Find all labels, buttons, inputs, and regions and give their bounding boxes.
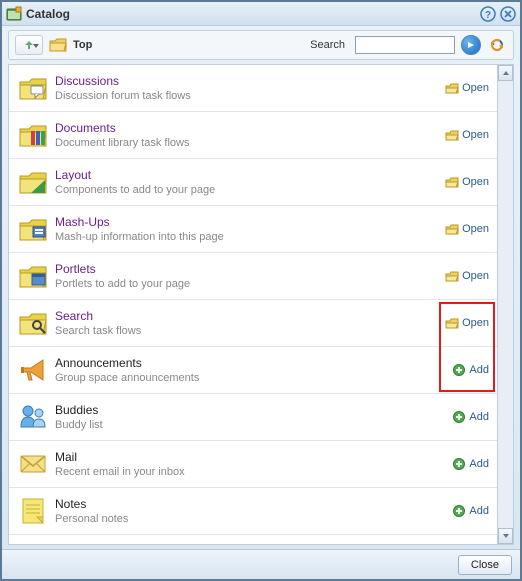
action-label: Open: [462, 270, 489, 282]
search-go-button[interactable]: [461, 35, 481, 55]
item-description: Search task flows: [55, 325, 445, 337]
item-description: Personal notes: [55, 513, 452, 525]
action-label: Add: [469, 505, 489, 517]
folder-search-icon: [17, 307, 49, 339]
open-action[interactable]: Open: [445, 316, 489, 330]
list-item: Buddies Buddy list Add: [9, 394, 497, 441]
add-action[interactable]: Add: [452, 504, 489, 518]
item-title: Announcements: [55, 356, 452, 370]
close-button[interactable]: Close: [458, 555, 512, 575]
item-description: Buddy list: [55, 419, 452, 431]
folder-open-icon: [445, 81, 459, 95]
list-item: Search Search task flows Open: [9, 300, 497, 347]
scroll-up-arrow[interactable]: [498, 65, 513, 81]
action-label: Open: [462, 82, 489, 94]
list-item: Discussions Discussion forum task flows Op…: [9, 65, 497, 112]
add-action[interactable]: Add: [452, 363, 489, 377]
item-description: Mash-up information into this page: [55, 231, 445, 243]
folder-layout-icon: [17, 166, 49, 198]
buddies-icon: [17, 401, 49, 433]
action-label: Open: [462, 176, 489, 188]
item-title[interactable]: Documents: [55, 121, 445, 135]
item-description: Document library task flows: [55, 137, 445, 149]
item-title: Mail: [55, 450, 452, 464]
plus-icon: [452, 457, 466, 471]
item-title[interactable]: Discussions: [55, 74, 445, 88]
add-action[interactable]: Add: [452, 457, 489, 471]
catalog-window: Catalog ? Top Search DiscussionsDiscussi…: [0, 0, 522, 581]
refresh-button[interactable]: [487, 35, 507, 55]
action-label: Open: [462, 223, 489, 235]
open-action[interactable]: Open: [445, 269, 489, 283]
mail-icon: [17, 448, 49, 480]
list-item: Mail Recent email in your inbox Add: [9, 441, 497, 488]
svg-text:?: ?: [485, 10, 491, 21]
add-action[interactable]: Add: [452, 410, 489, 424]
folder-open-icon: [445, 269, 459, 283]
search-input[interactable]: [355, 36, 455, 54]
action-label: Open: [462, 317, 489, 329]
folder-open-icon: [445, 316, 459, 330]
open-action[interactable]: Open: [445, 222, 489, 236]
toolbar: Top Search: [8, 30, 514, 60]
help-icon[interactable]: ?: [480, 6, 496, 22]
folder-open-icon: [445, 175, 459, 189]
item-title[interactable]: Mash-Ups: [55, 215, 445, 229]
action-label: Add: [469, 411, 489, 423]
close-icon[interactable]: [500, 6, 516, 22]
item-title[interactable]: Search: [55, 309, 445, 323]
plus-icon: [452, 410, 466, 424]
list-item: Notes Personal notes Add: [9, 488, 497, 535]
item-title[interactable]: Portlets: [55, 262, 445, 276]
window-title: Catalog: [26, 7, 480, 21]
open-action[interactable]: Open: [445, 128, 489, 142]
item-title[interactable]: Layout: [55, 168, 445, 182]
item-description: Portlets to add to your page: [55, 278, 445, 290]
folder-discuss-icon: [17, 72, 49, 104]
megaphone-icon: [17, 354, 49, 386]
action-label: Open: [462, 129, 489, 141]
action-label: Add: [469, 458, 489, 470]
list-item: Announcements Group space announcements Ad…: [9, 347, 497, 394]
list-item: Portlets Portlets to add to your page Open: [9, 253, 497, 300]
item-title: Buddies: [55, 403, 452, 417]
scroll-down-arrow[interactable]: [498, 528, 513, 544]
item-description: Discussion forum task flows: [55, 90, 445, 102]
catalog-icon: [6, 6, 22, 22]
footer: Close: [2, 549, 520, 579]
breadcrumb: Top: [73, 39, 92, 51]
up-button[interactable]: [15, 35, 43, 55]
notes-icon: [17, 495, 49, 527]
folder-docs-icon: [17, 119, 49, 151]
item-description: Recent email in your inbox: [55, 466, 452, 478]
plus-icon: [452, 363, 466, 377]
list-item: Layout Components to add to your page Open: [9, 159, 497, 206]
search-label: Search: [310, 39, 345, 51]
item-description: Components to add to your page: [55, 184, 445, 196]
open-action[interactable]: Open: [445, 81, 489, 95]
folder-mashup-icon: [17, 213, 49, 245]
action-label: Add: [469, 364, 489, 376]
folder-open-icon: [445, 222, 459, 236]
folder-icon: [49, 38, 67, 52]
content-area: Discussions Discussion forum task flows Op…: [8, 64, 514, 545]
vertical-scrollbar[interactable]: [497, 65, 513, 544]
plus-icon: [452, 504, 466, 518]
list-item: Mash-Ups Mash-up information into this pa…: [9, 206, 497, 253]
list-item: Documents Document library task flows Open: [9, 112, 497, 159]
folder-portlet-icon: [17, 260, 49, 292]
titlebar: Catalog ?: [2, 2, 520, 26]
open-action[interactable]: Open: [445, 175, 489, 189]
folder-open-icon: [445, 128, 459, 142]
item-title: Notes: [55, 497, 452, 511]
item-description: Group space announcements: [55, 372, 452, 384]
